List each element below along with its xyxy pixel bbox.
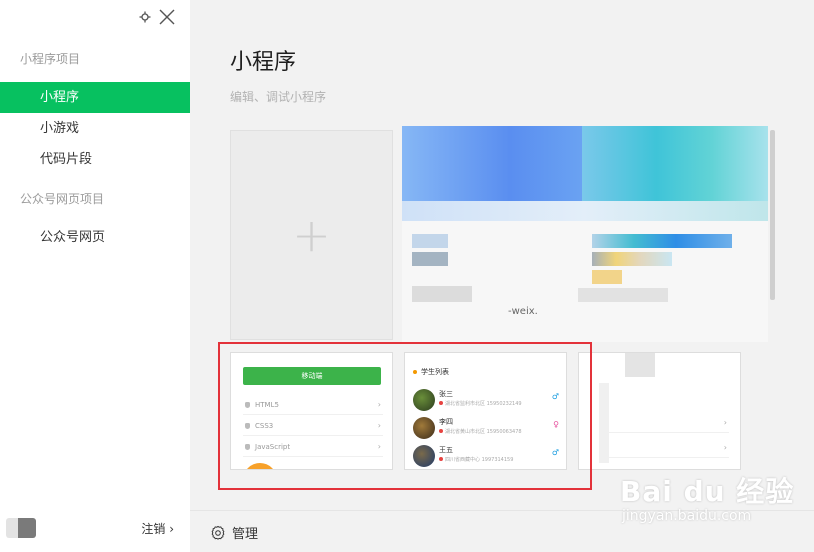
sidebar-item-code-snippet[interactable]: 代码片段 — [0, 144, 190, 175]
sidebar-item-miniprogram[interactable]: 小程序 — [0, 82, 190, 113]
sidebar: 小程序项目 小程序 小游戏 代码片段 公众号网页项目 公众号网页 注销 › — [0, 0, 190, 552]
add-project-card[interactable]: + — [230, 130, 393, 340]
scrollbar[interactable] — [770, 130, 775, 300]
project-card-student-list[interactable]: 学生列表 张三 湖北省监利市北区 15950232149 ♂ 李四 湖北省黄山市… — [404, 352, 567, 470]
list-item: JavaScript › — [243, 437, 383, 457]
settings-icon[interactable] — [138, 10, 152, 24]
sidebar-item-minigame[interactable]: 小游戏 — [0, 113, 190, 144]
chevron-right-icon: › — [723, 418, 727, 427]
gear-icon — [211, 525, 225, 540]
project-card-blurred[interactable]: -weix. — [402, 126, 768, 342]
logout-label: 注销 — [141, 522, 166, 536]
list-item: CSS3 › — [243, 416, 383, 436]
section-title-webpage: 公众号网页项目 — [20, 192, 105, 206]
list-item: 王五 四川省西藏中心 1997314159 ♂ — [413, 443, 563, 469]
chevron-right-icon: › — [377, 421, 381, 430]
manage-label: 管理 — [232, 527, 259, 542]
section-title-miniprogram: 小程序项目 — [20, 52, 81, 66]
chevron-right-icon: › — [169, 522, 174, 536]
list-item: 张三 湖北省监利市北区 15950232149 ♂ — [413, 387, 563, 415]
male-icon: ♂ — [551, 392, 559, 401]
avatar — [413, 445, 435, 467]
project-card-mobile[interactable]: 移动端 HTML5 › CSS3 › JavaScript › — [230, 352, 393, 470]
list-item: 李四 湖北省黄山市北区 15950063478 ♀ — [413, 415, 563, 443]
avatar — [243, 463, 277, 469]
page-title: 小程序 — [230, 50, 297, 75]
list-item: › — [609, 413, 729, 433]
chevron-right-icon: › — [377, 442, 381, 451]
plus-icon: + — [292, 208, 331, 262]
sidebar-item-official-webpage[interactable]: 公众号网页 — [0, 222, 190, 253]
avatar — [413, 417, 435, 439]
shield-icon — [245, 402, 250, 408]
watermark: Bai du 经验 jingyan.baidu.com — [620, 470, 795, 524]
window-controls — [138, 8, 176, 26]
logout-button[interactable]: 注销 › — [141, 520, 174, 537]
mobile-button: 移动端 — [243, 367, 381, 385]
page-subtitle: 编辑、调试小程序 — [230, 90, 327, 104]
list-item: HTML5 › — [243, 395, 383, 415]
list-item: › — [609, 438, 729, 458]
shield-icon — [245, 423, 250, 429]
watermark-url: jingyan.baidu.com — [622, 508, 752, 524]
watermark-logo: Bai du 经验 — [620, 475, 795, 508]
chevron-right-icon: › — [377, 400, 381, 409]
manage-button[interactable]: 管理 — [210, 523, 258, 542]
chevron-right-icon: › — [723, 443, 727, 452]
female-icon: ♀ — [553, 420, 559, 429]
avatar[interactable] — [6, 518, 36, 538]
shield-icon — [245, 444, 250, 450]
project-card-blurred-2[interactable]: › › — [578, 352, 741, 470]
student-list-title: 学生列表 — [413, 367, 449, 377]
close-icon[interactable] — [158, 8, 176, 26]
blurred-text-fragment: -weix. — [508, 306, 538, 317]
avatar — [413, 389, 435, 411]
sidebar-footer: 注销 › — [0, 508, 190, 552]
male-icon: ♂ — [551, 448, 559, 457]
